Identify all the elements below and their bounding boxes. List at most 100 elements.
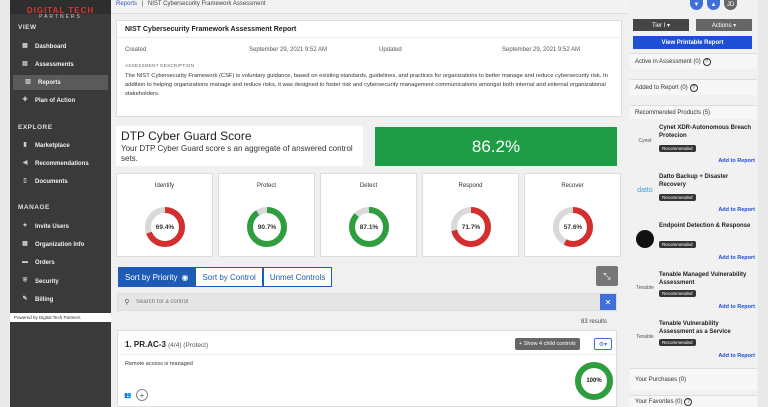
powered-by: Powered by Digital Tech Partners	[10, 313, 111, 322]
product-name[interactable]: Tenable Vulnerability Assessment as a Se…	[659, 320, 755, 336]
sidebar-footer	[10, 322, 111, 407]
sidebar-item-orders[interactable]: ▬ Orders	[10, 255, 111, 270]
sidebar-item-marketplace[interactable]: ▮ Marketplace	[10, 138, 111, 153]
section-label: Your Purchases (0)	[635, 376, 687, 383]
added-to-report-section[interactable]: Added to Report (0)?	[630, 79, 757, 95]
sidebar-item-invite-users[interactable]: ✦ Invite Users	[10, 219, 111, 234]
gauge-label: Recover	[561, 183, 584, 189]
sidebar-item-label: Orders	[35, 259, 55, 266]
clear-search-button[interactable]: ✕	[600, 294, 616, 310]
gauge-card-protect: Protect 90.7%	[218, 173, 315, 257]
reports-icon: ▥	[25, 79, 31, 85]
help-icon[interactable]: ?	[702, 57, 711, 66]
sidebar-item-reports[interactable]: ▥ Reports	[13, 75, 108, 90]
avatar[interactable]: JD	[724, 0, 737, 10]
help-icon[interactable]: ?	[684, 397, 693, 406]
section-title-manage: MANAGE	[18, 204, 50, 211]
sidebar-item-label: Invite Users	[35, 223, 70, 230]
your-favorites-section[interactable]: Your Favorites (0)?	[630, 395, 757, 407]
add-control-button[interactable]: +	[136, 389, 148, 401]
active-in-assessment-section[interactable]: Active in Assessment (0)?	[630, 53, 757, 69]
gauge-value: 57.6%	[563, 223, 583, 231]
report-details-card: NIST Cybersecurity Framework Assessment …	[116, 20, 622, 117]
sidebar-item-billing[interactable]: ✎ Billing	[10, 292, 111, 307]
gauge-value: 71.7%	[461, 223, 481, 231]
unmet-controls-button[interactable]: Unmet Controls	[262, 267, 333, 287]
organization-icon: ▦	[22, 241, 28, 247]
cart-button[interactable]: ▼	[690, 0, 703, 10]
sidebar-item-organization-info[interactable]: ▦ Organization Info	[10, 237, 111, 252]
collapse-button[interactable]: ⤡	[596, 266, 618, 286]
gauge-card-identify: Identify 69.4%	[116, 173, 213, 257]
product-item[interactable]: datto Datto Backup + Disaster Recovery R…	[630, 171, 757, 219]
recommended-products-header: Recommended Products (5)	[630, 105, 757, 119]
sidebar-item-security[interactable]: ⛨ Security	[10, 274, 111, 289]
product-name[interactable]: Datto Backup + Disaster Recovery	[659, 173, 755, 189]
add-to-report-link[interactable]: Add to Report	[718, 255, 755, 261]
add-to-report-link[interactable]: Add to Report	[718, 304, 755, 310]
show-child-controls-button[interactable]: + Show 4 child controls	[515, 338, 580, 350]
orders-icon: ▬	[22, 259, 28, 265]
view-printable-report-button[interactable]: View Printable Report	[633, 36, 752, 49]
breadcrumb-separator: |	[141, 1, 144, 7]
sort-button-group: Sort by Priority ◉ Sort by Control Unmet …	[118, 267, 333, 287]
product-item[interactable]: Endpoint Detection & Response Recommende…	[630, 220, 757, 268]
sidebar: DIGITAL TECH PARTNERS VIEW ▦ Dashboard ▤ A…	[10, 0, 111, 407]
sidebar-item-plan-of-action[interactable]: ✚ Plan of Action	[10, 93, 111, 108]
sidebar-item-documents[interactable]: ▯ Documents	[10, 174, 111, 189]
add-to-report-link[interactable]: Add to Report	[718, 353, 755, 359]
sidebar-item-label: Documents	[35, 178, 68, 185]
sidebar-item-label: Plan of Action	[35, 97, 76, 104]
gauge-label: Protect	[256, 183, 276, 189]
score-title: DTP Cyber Guard Score	[121, 129, 252, 143]
endpoint-logo	[634, 230, 656, 248]
gauge-card-detect: Detect 87.1%	[320, 173, 417, 257]
sort-label: Sort by Priority	[125, 272, 178, 282]
sidebar-item-assessments[interactable]: ▤ Assessments	[10, 57, 111, 72]
sort-by-control-button[interactable]: Sort by Control	[195, 267, 263, 287]
control-id: 1. PR.AC-3	[125, 340, 166, 349]
add-to-report-link[interactable]: Add to Report	[718, 158, 755, 164]
sidebar-item-recommendations[interactable]: ◀ Recommendations	[10, 156, 111, 171]
updated-value: September 29, 2021 9:52 AM	[502, 47, 581, 53]
gauge-value: 90.7%	[257, 223, 277, 231]
your-purchases-section[interactable]: Your Purchases (0)	[630, 368, 757, 390]
tier-dropdown[interactable]: Tier I ▾	[633, 19, 689, 31]
add-to-report-link[interactable]: Add to Report	[718, 207, 755, 213]
shield-icon: ⛨	[22, 278, 28, 284]
actions-dropdown[interactable]: Actions ▾	[696, 19, 752, 31]
bell-icon: ▲	[710, 2, 717, 8]
gauge-value: 69.4%	[155, 223, 175, 231]
description-label: ASSESSMENT DESCRIPTION	[125, 63, 195, 68]
breadcrumb-current: NIST Cybersecurity Framework Assessment	[147, 1, 266, 7]
main-content: NIST Cybersecurity Framework Assessment …	[111, 14, 629, 407]
search-input[interactable]	[136, 299, 600, 305]
notifications-button[interactable]: ▲	[707, 0, 720, 10]
control-description: Remote access is managed	[125, 361, 193, 367]
control-meta: (4/4) (Protect)	[168, 342, 209, 349]
product-name[interactable]: Endpoint Detection & Response	[659, 222, 755, 230]
product-item[interactable]: Cynet Cynet XDR-Autonomous Breach Protec…	[630, 122, 757, 170]
product-item[interactable]: Tenable Tenable Vulnerability Assessment…	[630, 318, 757, 366]
recommended-badge: Recommended	[659, 194, 696, 201]
control-settings-button[interactable]: ⚙▾	[594, 338, 612, 350]
sidebar-item-dashboard[interactable]: ▦ Dashboard	[10, 39, 111, 54]
assessments-icon: ▤	[22, 61, 28, 67]
control-search-bar: ⚲ ✕	[117, 293, 617, 311]
updated-label: Updated	[379, 47, 402, 53]
breadcrumb-reports-link[interactable]: Reports	[116, 1, 137, 7]
gauge-card-recover: Recover 57.6%	[524, 173, 621, 257]
cynet-logo: Cynet	[638, 138, 652, 144]
sort-by-priority-button[interactable]: Sort by Priority ◉	[118, 267, 196, 287]
sidebar-item-label: Security	[35, 278, 59, 285]
header-icons: ▼ ▲ JD	[690, 0, 737, 10]
brand-logo[interactable]: DIGITAL TECH	[10, 0, 111, 15]
product-item[interactable]: Tenable Tenable Managed Vulnerability As…	[630, 269, 757, 317]
help-icon[interactable]: ?	[689, 83, 698, 92]
product-name[interactable]: Cynet XDR-Autonomous Breach Protecion	[659, 124, 755, 140]
eye-icon: ◉	[181, 272, 189, 282]
score-subtitle: Your DTP Cyber Guard score s an aggregat…	[121, 144, 353, 163]
control-title[interactable]: 1. PR.AC-3 (4/4) (Protect)	[125, 340, 208, 349]
close-icon: ✕	[604, 297, 612, 307]
product-name[interactable]: Tenable Managed Vulnerability Assessment	[659, 271, 755, 287]
